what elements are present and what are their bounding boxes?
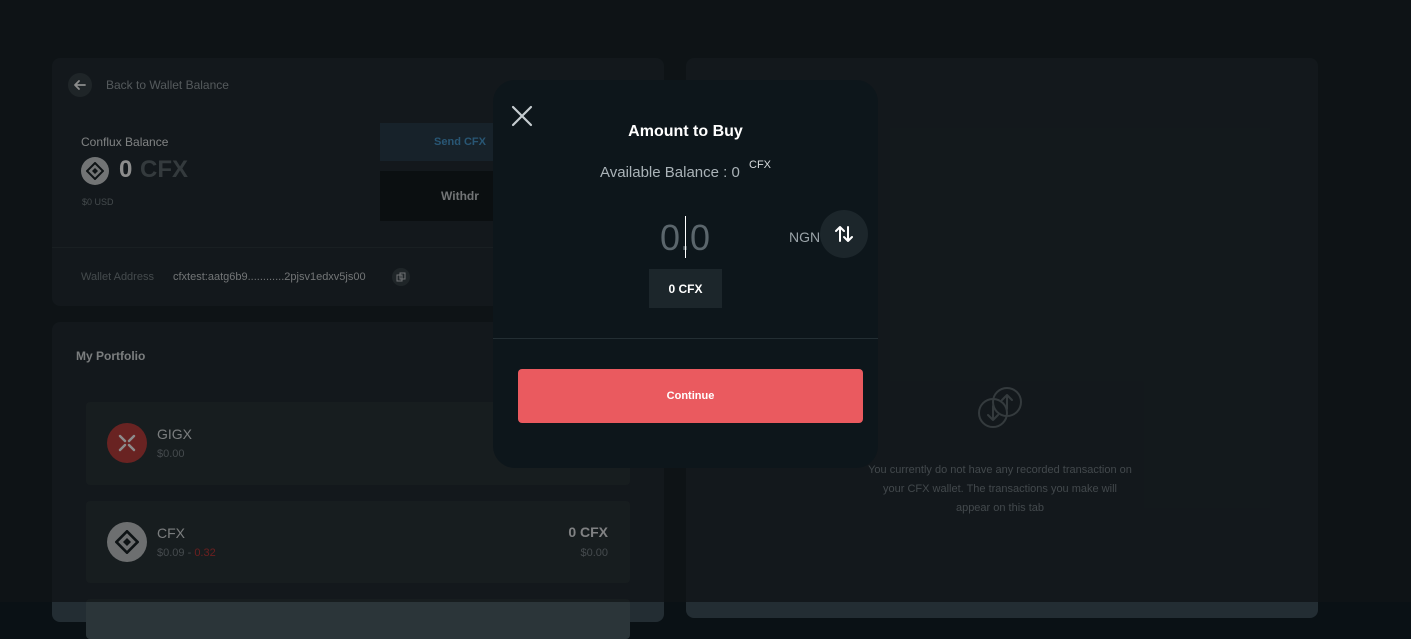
text-caret <box>685 216 686 258</box>
portfolio-asset-partial[interactable] <box>86 599 630 639</box>
swap-currency-button[interactable] <box>820 210 868 258</box>
available-balance-label: Available Balance : 0 <box>600 164 740 181</box>
available-balance-unit: CFX <box>749 159 771 171</box>
continue-button[interactable]: Continue <box>518 369 863 423</box>
cfx-equivalent-badge: 0 CFX <box>649 269 722 308</box>
modal-title: Amount to Buy <box>628 123 743 140</box>
currency-label: NGN <box>789 229 821 245</box>
buy-amount-modal: Amount to Buy Available Balance : 0 CFX … <box>493 80 878 468</box>
swap-icon <box>835 226 853 242</box>
modal-divider <box>493 338 878 339</box>
